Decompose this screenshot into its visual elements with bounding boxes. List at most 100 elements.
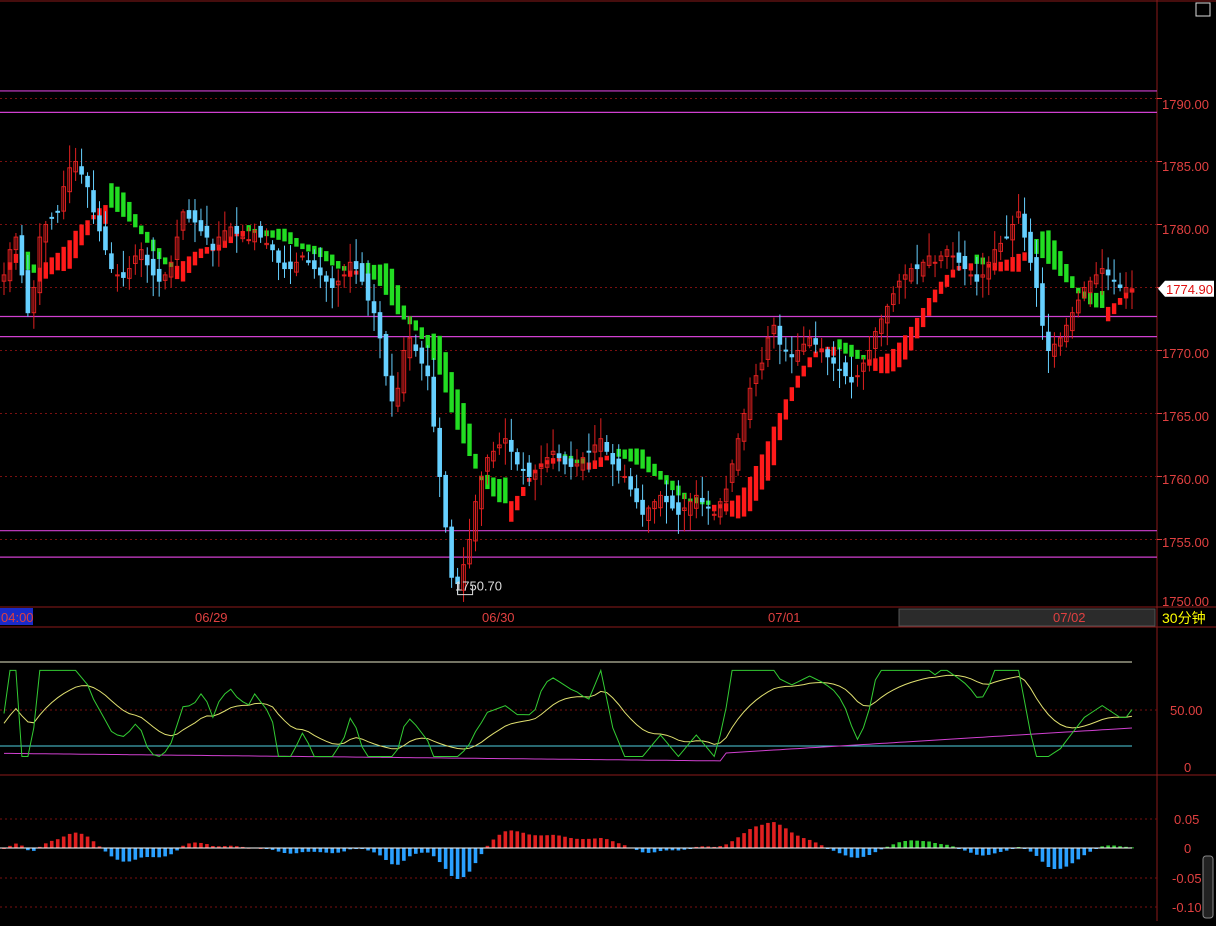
macd-bar [742,833,746,848]
macd-bar [306,848,311,852]
time-label-4: 07/02 [1053,610,1086,625]
candle-body [85,175,90,188]
candle-body [562,456,568,465]
ma-segment [1058,251,1063,276]
candle-body [1034,257,1039,288]
macd-bar [748,829,752,848]
macd-bar [509,830,514,848]
ma-segment [401,305,407,320]
candle-body [97,215,102,232]
ma-segment [79,224,84,246]
macd-bar [527,834,532,848]
candle-body [604,441,610,452]
ma-segment [192,251,198,266]
candle-body [288,261,293,270]
macd-bar [109,848,114,857]
ma-segment [873,358,878,371]
ma-segment [198,248,204,259]
macd-bar [294,848,299,854]
ma-segment [789,387,795,402]
time-label-1: 06/29 [195,610,228,625]
candle-body [556,453,562,459]
time-label-3: 07/01 [768,610,801,625]
candle-body [282,262,287,270]
ma-segment [1093,292,1099,308]
macd-bar [772,822,776,848]
ma-segment [521,486,526,497]
ma-segment [1070,276,1075,289]
candle-body [353,261,359,270]
candle-body [91,190,96,213]
macd-bar [795,835,800,848]
macd-bar [121,848,126,862]
candle-body [1004,236,1009,239]
ma-segment [634,448,639,465]
macd-bar [85,836,90,848]
macd-bar [145,848,150,858]
candle-body [962,256,968,270]
candle-body [1046,331,1051,351]
ma-segment [1052,240,1057,270]
candle-body [819,349,824,352]
ma-segment [330,254,335,266]
macd-scrollbar[interactable] [1202,855,1214,919]
macd-bar [312,848,317,852]
ma-segment [73,230,78,259]
candle-body [156,268,162,282]
price-tick: 1780.00 [1162,222,1209,237]
candle-body [144,254,150,266]
period-label[interactable]: 30分钟 [1162,610,1206,626]
candle-body [121,272,126,278]
macd-bar [372,848,376,853]
candle-body [526,462,532,477]
macd-bar [437,848,442,863]
macd-bar [587,838,591,848]
ma-segment [467,423,472,457]
candle-body [837,368,842,371]
macd-bar [581,839,585,848]
macd-bar [61,836,66,848]
ma-segment [336,261,341,269]
ma-segment [503,477,508,504]
ma-segment [1105,306,1111,322]
time-range-scroll[interactable] [898,608,1156,627]
candle-body [413,344,419,351]
candle-body [1117,284,1123,288]
ma-segment [777,412,783,441]
macd-bar [336,848,341,853]
macd-tick: -0.05 [1172,871,1202,886]
macd-bar [414,848,418,854]
candle-body [568,458,574,467]
ma-segment [1010,257,1015,272]
candle-body [312,260,317,270]
candle-body [103,226,108,251]
macd-bar [837,848,842,854]
macd-tick: 0.05 [1174,812,1199,827]
candle-body [365,273,371,301]
candle-body [150,258,156,276]
candle-body [270,244,275,251]
macd-bar [861,848,866,857]
macd-bar [652,848,657,853]
ma-segment [1046,230,1051,264]
ma-segment [1022,252,1027,261]
candle-body [300,255,305,258]
candle-body [974,274,980,282]
ma-segment [109,183,114,208]
ma-segment [395,285,401,315]
candle-body [520,468,526,471]
ma-segment [431,333,436,360]
ma-segment [747,477,753,512]
candle-body [676,502,681,515]
ma-segment [783,399,789,420]
ma-segment [162,257,168,265]
ma-segment [765,441,771,481]
ma-segment [121,192,126,217]
candle-body [932,261,938,264]
macd-bar [187,843,191,848]
ma-segment [658,470,663,480]
candle-body [825,349,830,358]
ma-segment [998,261,1003,272]
macd-bar [843,848,848,856]
ma-segment [908,326,914,351]
